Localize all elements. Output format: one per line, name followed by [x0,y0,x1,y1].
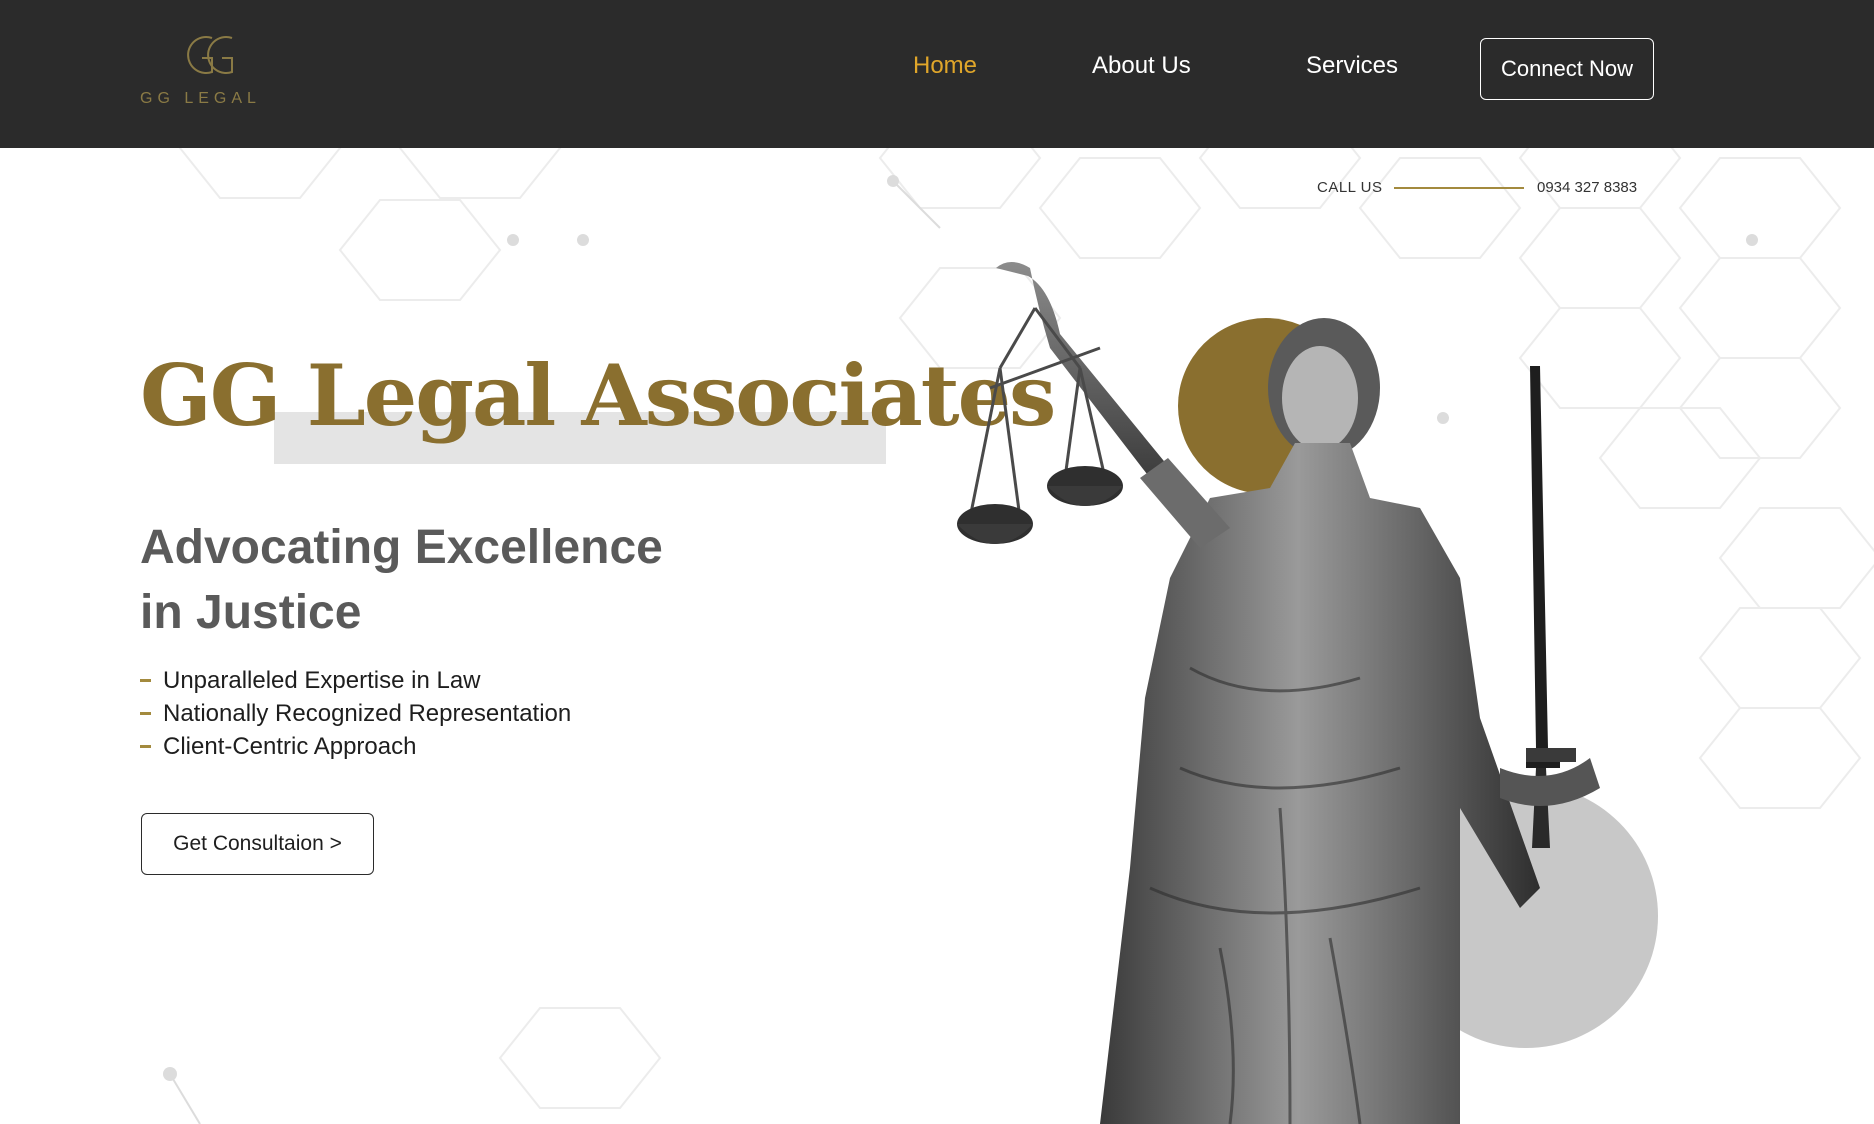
get-consultation-button[interactable]: Get Consultaion > [141,813,374,875]
call-divider [1394,187,1524,189]
feature-text: Unparalleled Expertise in Law [163,666,481,694]
feature-text: Nationally Recognized Representation [163,699,572,727]
nav-home[interactable]: Home [913,52,977,80]
feature-item: Client-Centric Approach [140,730,571,763]
hero-subtitle-line1: Advocating Excellence [140,521,663,574]
hero-subtitle: Advocating Excellence in Justice [140,515,760,645]
feature-item: Unparalleled Expertise in Law [140,664,571,697]
feature-text: Client-Centric Approach [163,732,417,760]
dash-icon [140,679,151,682]
dash-icon [140,745,151,748]
sword [1526,366,1560,768]
phone-number[interactable]: 0934 327 8383 [1537,179,1637,196]
gg-monogram-icon [187,36,233,74]
feature-item: Nationally Recognized Representation [140,697,571,730]
lady-justice-statue-image [957,262,1658,1124]
site-header: GG LEGAL Home About Us Services Connect … [0,0,1874,148]
hero-subtitle-line2: in Justice [140,586,362,639]
nav-services[interactable]: Services [1306,52,1398,80]
feature-list: Unparalleled Expertise in Law Nationally… [140,664,571,763]
call-us-label: CALL US [1317,179,1383,196]
dash-icon [140,712,151,715]
gg-legal-logo[interactable]: GG LEGAL [140,30,280,110]
nav-about-us[interactable]: About Us [1092,52,1191,80]
logo-text: GG LEGAL [140,90,261,107]
connect-now-button[interactable]: Connect Now [1480,38,1654,100]
